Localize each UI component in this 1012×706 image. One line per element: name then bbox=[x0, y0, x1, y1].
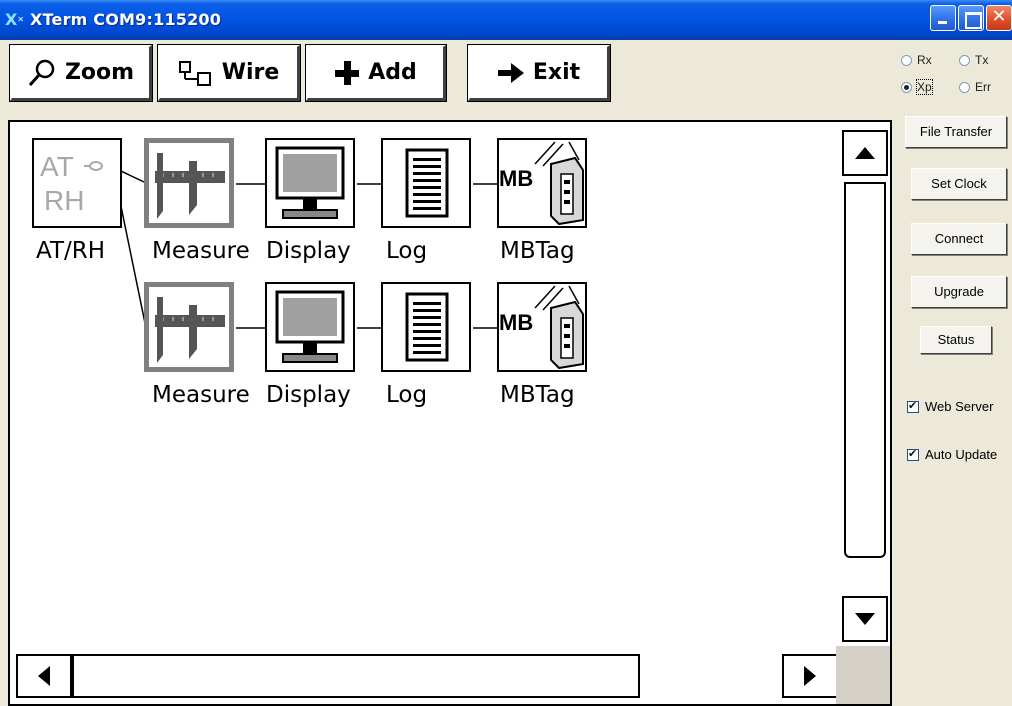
horizontal-scroll-thumb[interactable] bbox=[72, 654, 640, 698]
app-icon-glyph: X bbox=[5, 10, 18, 29]
wire-button[interactable]: Wire bbox=[157, 44, 301, 102]
node-log-2-label: Log bbox=[386, 382, 428, 408]
title-bar[interactable]: X✕ XTerm COM9:115200 ✕ bbox=[0, 0, 1012, 40]
node-display-2-label: Display bbox=[266, 382, 351, 408]
horizontal-scrollbar[interactable] bbox=[10, 646, 838, 704]
zoom-label: Zoom bbox=[64, 60, 135, 85]
maximize-button[interactable] bbox=[958, 5, 984, 31]
wire-label: Wire bbox=[221, 60, 280, 85]
add-button[interactable]: Add bbox=[305, 44, 447, 102]
atrh-sensor-icon: AT RH bbox=[40, 151, 103, 216]
node-atrh-label: AT/RH bbox=[36, 238, 106, 264]
node-log-1-label: Log bbox=[386, 238, 428, 264]
vertical-scroll-thumb[interactable] bbox=[844, 182, 886, 558]
arrow-left-icon bbox=[38, 666, 50, 686]
node-atrh[interactable]: AT RH bbox=[32, 138, 122, 228]
radio-err-dot[interactable] bbox=[959, 81, 970, 93]
node-display-1-label: Display bbox=[266, 238, 351, 264]
side-panel: Rx Tx Xp Err File Transfer Set Clock Con… bbox=[897, 40, 1012, 706]
arrow-up-icon bbox=[855, 147, 875, 159]
monitor-icon bbox=[275, 290, 345, 363]
set-clock-button[interactable]: Set Clock bbox=[911, 168, 1007, 200]
upgrade-button[interactable]: Upgrade bbox=[911, 276, 1007, 308]
mbtag-2-icon-text: MB bbox=[499, 310, 533, 335]
radio-err[interactable]: Err bbox=[959, 80, 991, 94]
node-log-2[interactable] bbox=[381, 282, 471, 372]
mbtag-icon: MB bbox=[499, 285, 584, 370]
window-title: XTerm COM9:115200 bbox=[30, 10, 222, 29]
node-log-1[interactable] bbox=[381, 138, 471, 228]
diagram-canvas[interactable]: AT RH AT/RH Measure Display Log MB MBTag… bbox=[8, 120, 892, 706]
monitor-icon bbox=[275, 146, 345, 219]
scroll-up-button[interactable] bbox=[842, 130, 888, 176]
node-measure-1-label: Measure bbox=[152, 238, 250, 264]
radio-xp[interactable]: Xp bbox=[901, 79, 933, 95]
scroll-corner bbox=[836, 646, 890, 704]
scroll-left-button[interactable] bbox=[16, 654, 72, 698]
arrow-right-icon bbox=[804, 666, 816, 686]
exit-label: Exit bbox=[532, 60, 581, 85]
auto-update-checkbox[interactable]: Auto Update bbox=[907, 447, 997, 462]
connect-button[interactable]: Connect bbox=[911, 223, 1007, 255]
node-mbtag-1-label: MBTag bbox=[500, 238, 575, 264]
node-display-2[interactable] bbox=[265, 282, 355, 372]
radio-tx-label: Tx bbox=[975, 53, 989, 67]
caliper-icon bbox=[155, 297, 225, 363]
web-server-checkbox[interactable]: Web Server bbox=[907, 399, 993, 414]
radio-rx-dot[interactable] bbox=[901, 54, 912, 66]
node-measure-2-label: Measure bbox=[152, 382, 250, 408]
radio-tx[interactable]: Tx bbox=[959, 53, 988, 67]
radio-err-label: Err bbox=[975, 80, 991, 94]
radio-rx[interactable]: Rx bbox=[901, 53, 932, 67]
atrh-icon-text-2: RH bbox=[44, 185, 84, 216]
mbtag-icon: MB bbox=[499, 141, 584, 226]
web-server-check-box[interactable] bbox=[907, 399, 919, 413]
log-icon bbox=[405, 148, 449, 218]
radio-rx-label: Rx bbox=[917, 53, 932, 67]
radio-xp-label: Xp bbox=[916, 79, 933, 95]
vertical-scrollbar[interactable] bbox=[836, 122, 890, 704]
node-mbtag-2-label: MBTag bbox=[500, 382, 575, 408]
node-measure-1[interactable] bbox=[144, 138, 234, 228]
wire-icon bbox=[178, 60, 211, 86]
scroll-down-button[interactable] bbox=[842, 596, 888, 642]
close-button[interactable]: ✕ bbox=[986, 5, 1012, 31]
scroll-right-button[interactable] bbox=[782, 654, 838, 698]
arrow-down-icon bbox=[855, 613, 875, 625]
arrow-right-icon bbox=[497, 62, 524, 83]
node-mbtag-1[interactable]: MB bbox=[497, 138, 587, 228]
radio-xp-dot[interactable] bbox=[901, 81, 912, 93]
auto-update-label: Auto Update bbox=[925, 447, 998, 462]
caliper-icon bbox=[155, 153, 225, 219]
plus-icon bbox=[335, 60, 360, 85]
log-icon bbox=[405, 292, 449, 362]
node-display-1[interactable] bbox=[265, 138, 355, 228]
mbtag-1-icon-text: MB bbox=[499, 166, 533, 191]
close-icon: ✕ bbox=[991, 6, 1007, 27]
atrh-icon-text-1: AT bbox=[40, 151, 74, 182]
node-measure-2[interactable] bbox=[144, 282, 234, 372]
magnifier-icon bbox=[28, 59, 55, 86]
app-icon-sub: ✕ bbox=[17, 15, 25, 24]
web-server-label: Web Server bbox=[925, 399, 994, 414]
xterm-icon: X✕ bbox=[5, 11, 27, 29]
minimize-button[interactable] bbox=[930, 5, 956, 31]
auto-update-check-box[interactable] bbox=[907, 447, 919, 461]
radio-tx-dot[interactable] bbox=[959, 54, 970, 66]
file-transfer-button[interactable]: File Transfer bbox=[905, 116, 1007, 148]
exit-button[interactable]: Exit bbox=[467, 44, 611, 102]
status-button[interactable]: Status bbox=[920, 326, 992, 354]
zoom-button[interactable]: Zoom bbox=[9, 44, 153, 102]
node-mbtag-2[interactable]: MB bbox=[497, 282, 587, 372]
add-label: Add bbox=[368, 60, 417, 85]
